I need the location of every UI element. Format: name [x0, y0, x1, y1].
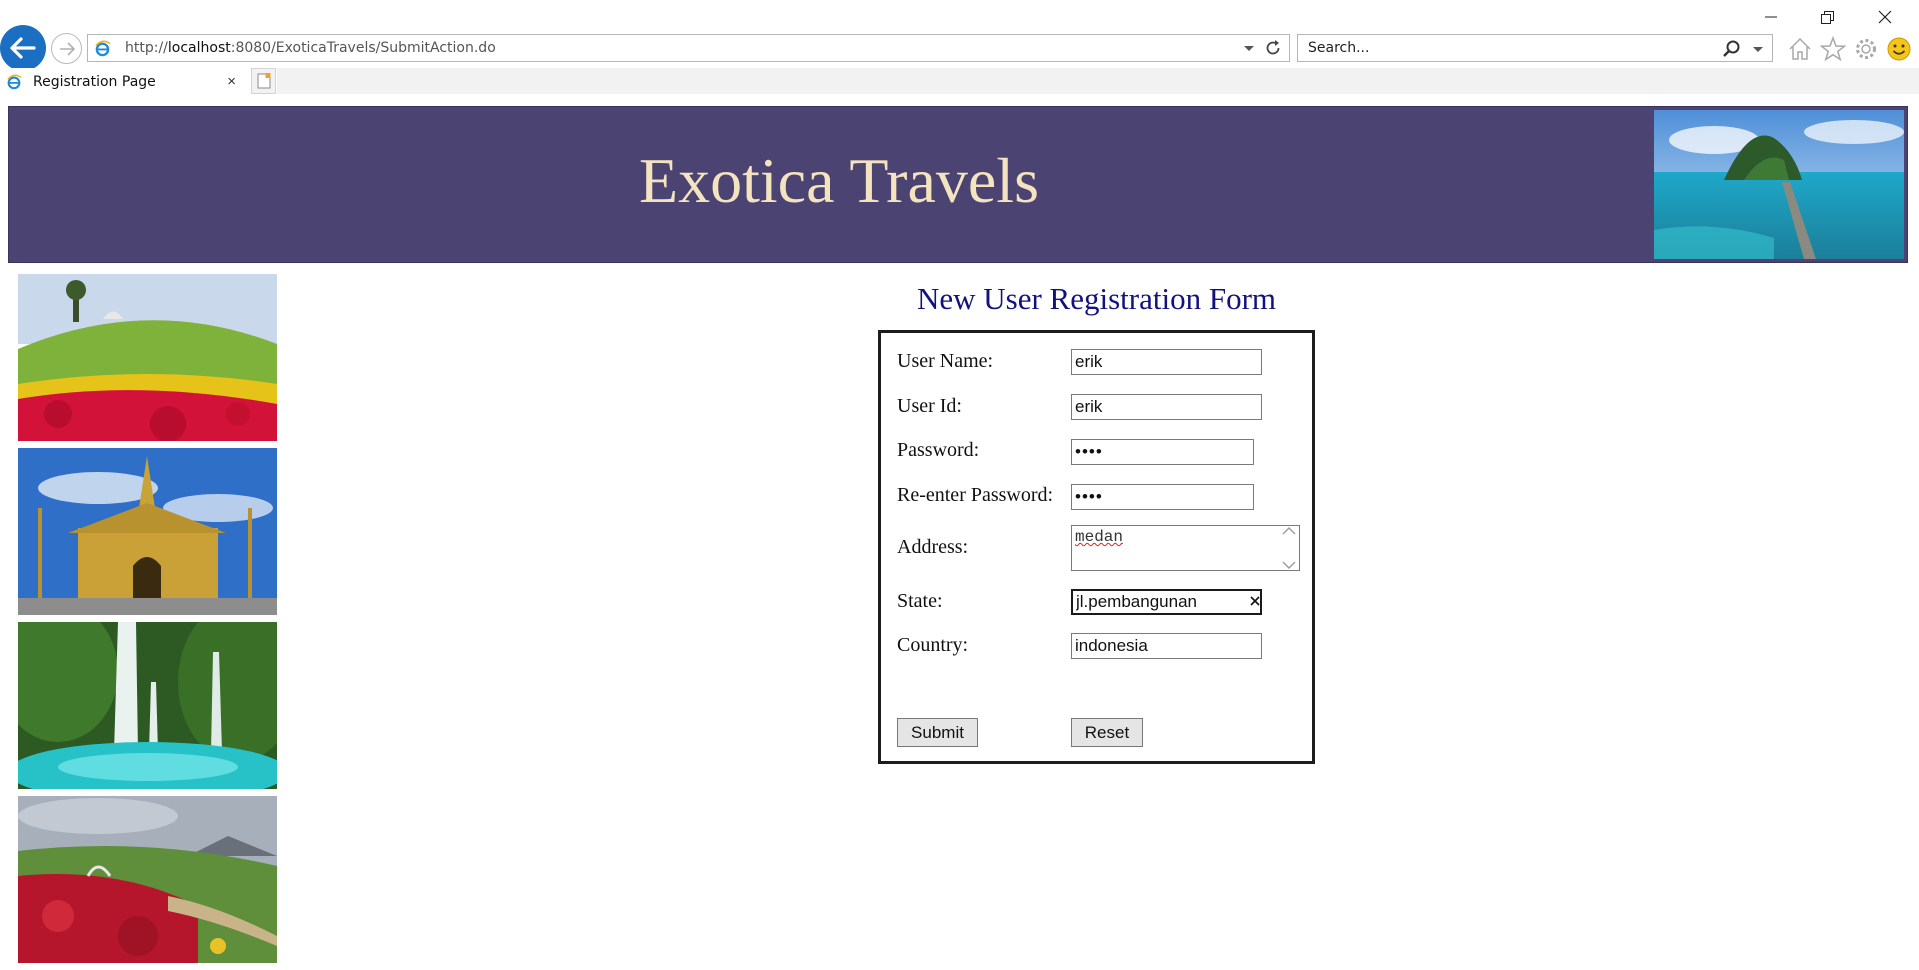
back-button[interactable] [0, 25, 46, 71]
dropdown-arrow-icon[interactable] [1243, 40, 1255, 61]
state-field[interactable] [1071, 589, 1262, 615]
forward-button[interactable] [51, 33, 82, 64]
flower-garden-photo [18, 274, 277, 441]
reset-button[interactable]: Reset [1071, 718, 1143, 747]
tab-strip [277, 68, 1919, 94]
address-scrollbar[interactable] [1279, 526, 1299, 570]
ie-logo-icon [7, 74, 22, 89]
banner-island-photo [1654, 110, 1904, 259]
user-id-label: User Id: [897, 395, 962, 417]
country-field[interactable] [1071, 633, 1262, 659]
registration-form: User Name: User Id: Password: Re-enter P… [878, 330, 1315, 764]
search-dropdown-arrow-icon[interactable] [1752, 41, 1764, 62]
country-label: Country: [897, 634, 969, 656]
search-input[interactable] [1306, 39, 1710, 57]
reenter-password-field[interactable] [1071, 484, 1254, 510]
smiley-feedback-icon[interactable] [1885, 35, 1913, 63]
new-tab-icon [257, 73, 270, 89]
forward-arrow-icon [59, 41, 75, 56]
golden-pagoda-photo [18, 448, 277, 615]
user-id-field[interactable] [1071, 394, 1262, 420]
minimize-icon[interactable] [1743, 2, 1799, 32]
tab-registration-page[interactable]: Registration Page × [0, 68, 250, 95]
search-icon[interactable] [1722, 39, 1742, 64]
url-text[interactable]: http://localhost:8080/ExoticaTravels/Sub… [125, 40, 496, 56]
password-field[interactable] [1071, 439, 1254, 465]
submit-button[interactable]: Submit [897, 718, 978, 747]
site-title: Exotica Travels [639, 145, 1039, 216]
browser-chrome: http://localhost:8080/ExoticaTravels/Sub… [0, 0, 1919, 96]
new-tab-button[interactable] [251, 68, 276, 94]
address-textarea[interactable]: medan [1071, 525, 1300, 571]
address-bar[interactable]: http://localhost:8080/ExoticaTravels/Sub… [87, 34, 1290, 62]
scroll-up-icon [1282, 527, 1296, 535]
search-box[interactable] [1297, 34, 1773, 62]
address-label: Address: [897, 536, 969, 558]
waterfall-photo [18, 622, 277, 789]
site-banner: Exotica Travels [8, 106, 1908, 263]
close-icon[interactable] [1857, 2, 1913, 32]
scroll-down-icon [1282, 561, 1296, 569]
state-label: State: [897, 590, 943, 612]
reenter-password-label: Re-enter Password: [897, 484, 1054, 506]
refresh-icon[interactable] [1263, 38, 1283, 63]
form-heading: New User Registration Form [916, 281, 1277, 316]
user-name-field[interactable] [1071, 349, 1262, 375]
favorites-star-icon[interactable] [1819, 35, 1847, 63]
settings-gear-icon[interactable] [1852, 35, 1880, 63]
ie-logo-icon [95, 40, 111, 56]
side-photo-column [18, 274, 277, 970]
tab-close-icon[interactable]: × [227, 73, 236, 90]
back-arrow-icon [10, 37, 36, 59]
password-label: Password: [897, 439, 980, 461]
clear-field-icon[interactable] [1247, 593, 1263, 609]
home-icon[interactable] [1786, 35, 1814, 63]
restore-icon[interactable] [1799, 2, 1855, 32]
user-name-label: User Name: [897, 350, 994, 372]
flower-hill-photo [18, 796, 277, 963]
tab-title: Registration Page [33, 73, 156, 90]
